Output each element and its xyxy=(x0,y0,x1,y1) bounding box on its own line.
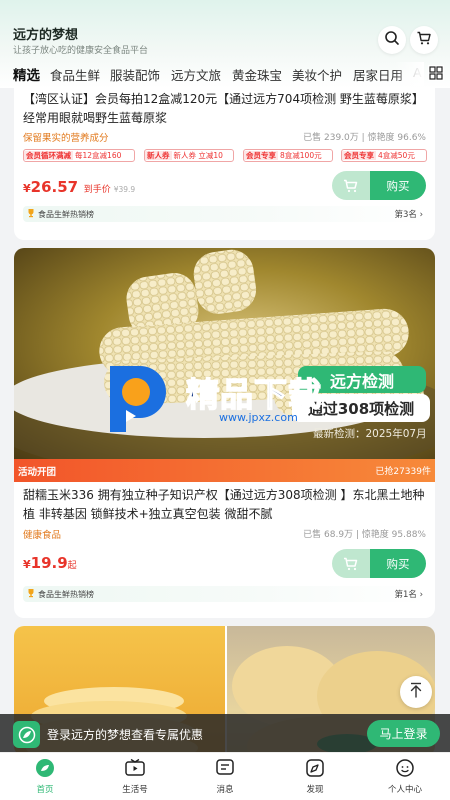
product-title: 甜糯玉米336 拥有独立种子知识产权【通过远方308项检测 】东北黑土地种植 非… xyxy=(23,488,425,521)
watermark-logo xyxy=(100,360,174,436)
app-logo-icon xyxy=(13,721,40,748)
ranking-bar[interactable]: 食品生鲜热销榜 第1名 › xyxy=(23,586,427,602)
cart-icon xyxy=(416,30,432,50)
product-tagline: 保留果实的营养成分 xyxy=(23,133,109,144)
category-grid-button[interactable] xyxy=(428,65,444,81)
ranking-list-name: 食品生鲜热销榜 xyxy=(38,209,94,219)
trophy-icon xyxy=(26,588,36,600)
discover-icon xyxy=(304,757,326,779)
coupon-tag: 会员专享 4盒减50元 xyxy=(341,149,427,162)
product-sales: 已售 68.9万 | 惊艳度 95.88% xyxy=(303,530,426,540)
product-price: ¥19.9起 xyxy=(23,554,77,572)
tv-icon xyxy=(124,757,146,779)
ranking-position: 第1名 › xyxy=(394,590,423,600)
cart-button[interactable] xyxy=(410,26,438,54)
bottom-nav: 首页 生活号 消息 发现 个人中心 xyxy=(0,752,450,800)
coupon-tag: 会员专享 8盒减100元 xyxy=(243,149,333,162)
product-title: 【湾区认证】会员每拍12盒减120元【通过远方704项检测 野生蓝莓原浆】经常用… xyxy=(23,92,424,125)
ranking-position: 第3名 › xyxy=(394,210,423,220)
nav-profile[interactable]: 个人中心 xyxy=(375,757,435,795)
tabs-fade xyxy=(394,62,424,86)
top-header: 远方的梦想 让孩子放心吃的健康安全食品平台 精选 食品生鲜 服装配饰 远方文旅 … xyxy=(0,0,450,88)
activity-count: 已抢27339件 xyxy=(375,467,431,477)
app-title: 远方的梦想 xyxy=(13,28,79,43)
home-icon xyxy=(34,757,56,779)
scroll-to-top-button[interactable] xyxy=(400,676,432,708)
product-tagline: 健康食品 xyxy=(23,530,62,541)
product-sales: 已售 239.0万 | 惊艳度 96.6% xyxy=(303,133,426,143)
nav-messages[interactable]: 消息 xyxy=(195,757,255,795)
tab-apparel[interactable]: 服装配饰 xyxy=(110,65,160,84)
tab-jewelry[interactable]: 黄金珠宝 xyxy=(232,65,282,84)
activity-label: 活动开团 xyxy=(18,467,57,478)
trophy-icon xyxy=(26,208,36,220)
login-banner-text: 登录远方的梦想查看专属优惠 xyxy=(47,728,204,742)
app-subtitle: 让孩子放心吃的健康安全食品平台 xyxy=(13,46,149,56)
cart-icon xyxy=(332,171,370,200)
product-image-corn[interactable]: 远方检测 通过308项检测 最新检测：2025年07月 精品下载 www.jpx… xyxy=(14,248,435,459)
login-button[interactable]: 马上登录 xyxy=(367,720,440,747)
search-icon xyxy=(384,30,400,50)
login-banner: 登录远方的梦想查看专属优惠 马上登录 xyxy=(0,714,450,752)
watermark-text: 精品下载 xyxy=(185,374,322,415)
watermark-url: www.jpxz.com xyxy=(219,411,298,424)
tab-travel[interactable]: 远方文旅 xyxy=(171,65,221,84)
ranking-bar[interactable]: 食品生鲜热销榜 第3名 › xyxy=(23,206,427,222)
coupon-tag: 会员循环满减 每12盒减160 xyxy=(23,149,135,162)
tab-beauty[interactable]: 美妆个护 xyxy=(292,65,342,84)
arrow-up-icon xyxy=(409,682,423,702)
inspection-date: 最新检测：2025年07月 xyxy=(313,428,427,440)
search-button[interactable] xyxy=(378,26,406,54)
grid-icon xyxy=(428,66,444,85)
message-icon xyxy=(214,757,236,779)
ranking-list-name: 食品生鲜热销榜 xyxy=(38,589,94,599)
profile-icon xyxy=(394,757,416,779)
coupon-row: 会员循环满减 每12盒减160 新人券 新人券 立减10 会员专享 8盒减100元 会… xyxy=(23,149,433,162)
buy-button[interactable]: 购买 xyxy=(332,171,426,200)
nav-home[interactable]: 首页 xyxy=(15,757,75,795)
nav-discover[interactable]: 发现 xyxy=(285,757,345,795)
coupon-tag: 新人券 新人券 立减10 xyxy=(144,149,234,162)
cart-icon xyxy=(332,549,370,578)
product-card[interactable]: 【湾区认证】会员每拍12盒减120元【通过远方704项检测 野生蓝莓原浆】经常用… xyxy=(14,70,435,240)
tab-food[interactable]: 食品生鲜 xyxy=(50,65,100,84)
buy-button[interactable]: 购买 xyxy=(332,549,426,578)
product-price: ¥26.57 到手价 ¥39.9 xyxy=(23,178,136,196)
category-tabs: 精选 食品生鲜 服装配饰 远方文旅 黄金珠宝 美妆个护 居家日用 A xyxy=(0,62,450,86)
product-card[interactable]: 远方检测 通过308项检测 最新检测：2025年07月 精品下载 www.jpx… xyxy=(14,248,435,618)
tab-jingxuan[interactable]: 精选 xyxy=(13,64,40,84)
activity-strip: 活动开团 已抢27339件 xyxy=(14,459,435,482)
nav-lifestyle[interactable]: 生活号 xyxy=(105,757,165,795)
